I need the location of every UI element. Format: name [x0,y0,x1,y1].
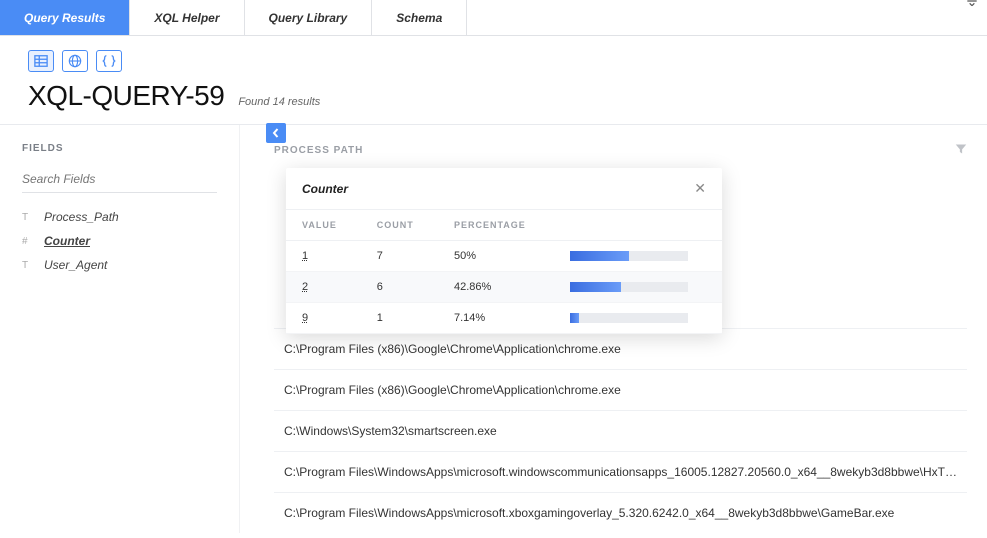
view-mode-group [28,50,959,72]
search-fields-input[interactable] [22,166,217,193]
resize-handle-icon[interactable] [965,0,979,13]
view-mode-table-button[interactable] [28,50,54,72]
collapse-sidebar-button[interactable] [266,123,286,143]
counter-popover: Counter ✕ VALUE COUNT PERCENTAGE 1750%26… [286,168,722,334]
result-rows: C:\Program Files (x86)\Google\Chrome\App… [274,328,967,533]
col-value[interactable]: VALUE [286,210,361,241]
type-text-icon: T [22,260,34,271]
field-process-path[interactable]: T Process_Path [22,205,217,229]
table-row[interactable]: C:\Program Files (x86)\Google\Chrome\App… [274,369,967,410]
count-cell: 1 [361,303,438,334]
count-cell: 7 [361,241,438,272]
bar-cell [554,272,722,303]
view-mode-globe-button[interactable] [62,50,88,72]
popover-title: Counter [302,182,348,196]
count-cell: 6 [361,272,438,303]
bar-cell [554,303,722,334]
close-icon[interactable]: ✕ [694,180,706,197]
type-text-icon: T [22,212,34,223]
counter-table: VALUE COUNT PERCENTAGE 1750%2642.86%917.… [286,209,722,334]
field-counter[interactable]: # Counter [22,229,217,253]
tab-xql-helper[interactable]: XQL Helper [130,0,244,35]
value-cell[interactable]: 9 [286,303,361,334]
counter-row[interactable]: 2642.86% [286,272,722,303]
table-row[interactable]: C:\Program Files (x86)\Google\Chrome\App… [274,328,967,369]
col-percentage[interactable]: PERCENTAGE [438,210,554,241]
sidebar-heading: FIELDS [22,143,217,154]
counter-row[interactable]: 917.14% [286,303,722,334]
fields-sidebar: FIELDS T Process_Path # Counter T User_A… [0,125,240,533]
tab-query-library[interactable]: Query Library [245,0,373,35]
tab-bar: Query Results XQL Helper Query Library S… [0,0,987,36]
query-title: XQL-QUERY-59 [28,80,224,112]
filter-icon[interactable] [955,143,967,158]
table-row[interactable]: C:\Program Files\WindowsApps\microsoft.x… [274,492,967,533]
column-header-process-path[interactable]: PROCESS PATH [274,145,363,156]
field-label: Counter [44,234,90,248]
field-label: User_Agent [44,258,107,272]
value-cell[interactable]: 1 [286,241,361,272]
tab-query-results[interactable]: Query Results [0,0,130,35]
col-count[interactable]: COUNT [361,210,438,241]
percentage-cell: 7.14% [438,303,554,334]
counter-row[interactable]: 1750% [286,241,722,272]
type-number-icon: # [22,236,34,247]
view-mode-json-button[interactable] [96,50,122,72]
tab-schema[interactable]: Schema [372,0,467,35]
table-row[interactable]: C:\Program Files\WindowsApps\microsoft.w… [274,451,967,492]
percentage-cell: 50% [438,241,554,272]
percentage-cell: 42.86% [438,272,554,303]
result-count: Found 14 results [238,96,320,108]
field-label: Process_Path [44,210,119,224]
col-bar [554,210,722,241]
table-row[interactable]: C:\Windows\System32\smartscreen.exe [274,410,967,451]
field-user-agent[interactable]: T User_Agent [22,253,217,277]
value-cell[interactable]: 2 [286,272,361,303]
page-header: XQL-QUERY-59 Found 14 results [0,36,987,124]
bar-cell [554,241,722,272]
